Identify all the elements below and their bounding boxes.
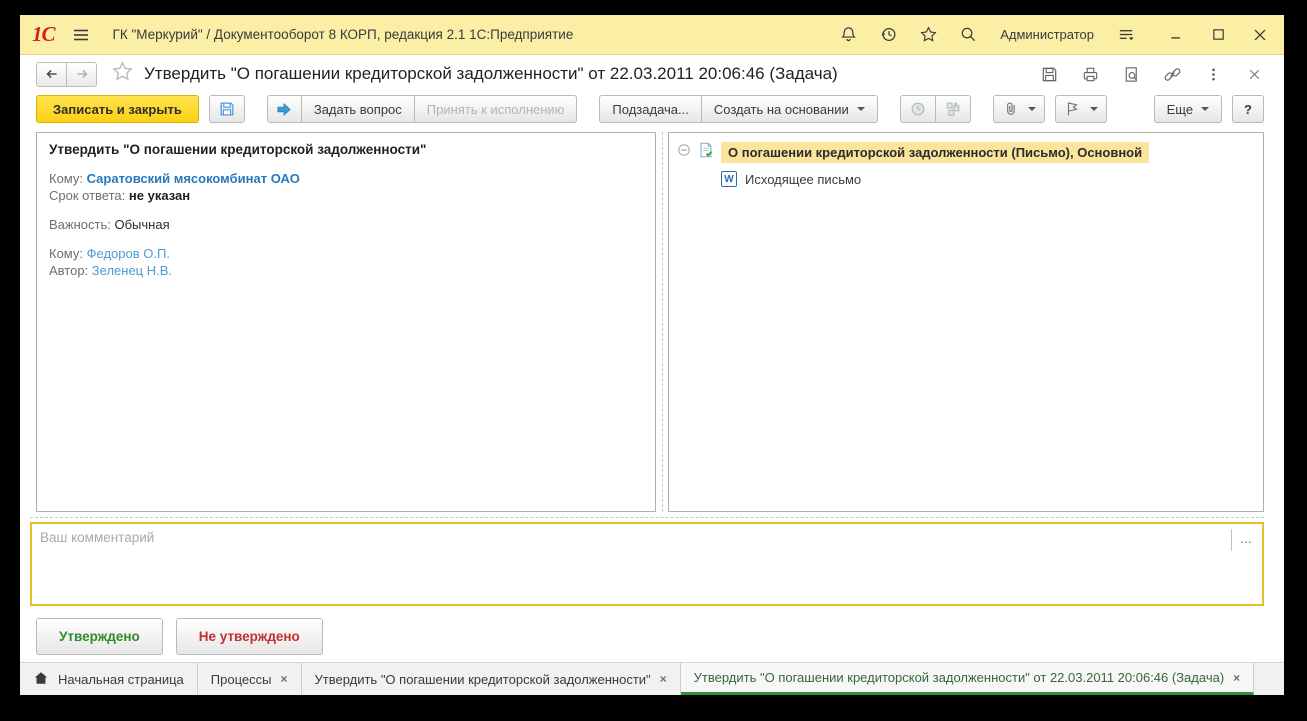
tab-label: Процессы: [210, 671, 272, 687]
assignee-label: Кому:: [49, 246, 83, 261]
comment-field-wrapper: ...: [30, 522, 1264, 606]
search-icon[interactable]: [958, 25, 978, 45]
create-based-on-button[interactable]: Создать на основании: [700, 95, 878, 123]
more-actions-label: Еще: [1166, 101, 1194, 117]
create-based-on-label: Создать на основании: [713, 101, 849, 117]
close-tab-icon[interactable]: ×: [1233, 671, 1240, 685]
chevron-down-icon: [1089, 107, 1098, 111]
current-user[interactable]: Администратор: [1000, 27, 1094, 42]
comment-input[interactable]: [32, 524, 1228, 604]
tab-processes[interactable]: Процессы ×: [198, 663, 302, 695]
not-approved-button[interactable]: Не утверждено: [175, 618, 323, 655]
ask-question-button[interactable]: Задать вопрос: [300, 95, 415, 123]
more-actions-button[interactable]: Еще: [1153, 95, 1223, 123]
minimize-button[interactable]: [1166, 25, 1186, 45]
favorites-star-icon[interactable]: [918, 25, 938, 45]
task-details-panel: Утвердить "О погашении кредиторской задо…: [36, 132, 656, 512]
notifications-bell-icon[interactable]: [838, 25, 858, 45]
correspondent-link[interactable]: Саратовский мясокомбинат ОАО: [87, 171, 300, 186]
process-scheme-button[interactable]: [934, 95, 971, 123]
forward-button[interactable]: [66, 61, 97, 87]
tree-root-item[interactable]: О погашении кредиторской задолженности (…: [721, 142, 1150, 163]
to-label: Кому:: [49, 171, 83, 186]
save-button[interactable]: [208, 95, 245, 123]
flag-button[interactable]: [1054, 95, 1107, 123]
tree-child-item[interactable]: W Исходящее письмо: [721, 171, 1255, 187]
chevron-down-icon: [856, 107, 865, 111]
page-title: Утвердить "О погашении кредиторской задо…: [144, 64, 838, 83]
close-tab-icon[interactable]: ×: [660, 672, 667, 686]
collapse-node-icon[interactable]: [677, 143, 691, 162]
save-icon[interactable]: [1039, 64, 1059, 84]
print-icon[interactable]: [1080, 64, 1100, 84]
chevron-down-icon: [1201, 107, 1210, 111]
document-approved-icon: [697, 141, 715, 164]
back-button[interactable]: [36, 61, 67, 87]
subtask-button[interactable]: Подзадача...: [599, 95, 702, 123]
close-window-button[interactable]: [1250, 25, 1270, 45]
close-tab-icon[interactable]: ×: [280, 672, 287, 686]
title-bar: 1С ГК "Меркурий" / Документооборот 8 КОР…: [20, 15, 1284, 55]
task-timing-button[interactable]: [899, 95, 936, 123]
help-button[interactable]: ?: [1232, 95, 1264, 123]
open-windows-tabbar: Начальная страница Процессы × Утвердить …: [20, 662, 1284, 695]
subject-tree-panel: О погашении кредиторской задолженности (…: [668, 132, 1264, 512]
maximize-button[interactable]: [1208, 25, 1228, 45]
print-preview-icon[interactable]: [1121, 64, 1141, 84]
decision-buttons: Утверждено Не утверждено: [36, 618, 1284, 655]
tree-root-row[interactable]: О погашении кредиторской задолженности (…: [677, 141, 1255, 164]
word-file-icon: W: [721, 171, 737, 187]
tab-home[interactable]: Начальная страница: [20, 663, 198, 695]
importance-value: Обычная: [114, 217, 170, 232]
tab-label: Утвердить "О погашении кредиторской задо…: [314, 671, 651, 687]
save-and-close-button[interactable]: Записать и закрыть: [36, 95, 199, 123]
assignee-link[interactable]: Федоров О.П.: [87, 246, 170, 261]
main-menu-icon[interactable]: [71, 25, 91, 45]
tab-label: Утвердить "О погашении кредиторской задо…: [693, 670, 1225, 685]
author-label: Автор:: [49, 263, 89, 278]
app-title: ГК "Меркурий" / Документооборот 8 КОРП, …: [112, 27, 574, 42]
content-panels: Утвердить "О погашении кредиторской задо…: [36, 132, 1264, 512]
app-window: 1С ГК "Меркурий" / Документооборот 8 КОР…: [20, 15, 1284, 695]
chevron-down-icon: [1027, 107, 1036, 111]
history-icon[interactable]: [878, 25, 898, 45]
desktop-background: 1С ГК "Меркурий" / Документооборот 8 КОР…: [0, 0, 1307, 721]
add-to-favorites-star-icon[interactable]: [111, 60, 134, 88]
home-icon: [33, 670, 49, 689]
deadline-label: Срок ответа:: [49, 188, 126, 203]
horizontal-splitter[interactable]: [30, 517, 1264, 518]
deadline-value: не указан: [128, 188, 191, 203]
author-link[interactable]: Зеленец Н.В.: [92, 263, 172, 278]
view-settings-icon[interactable]: [1116, 25, 1136, 45]
get-link-icon[interactable]: [1162, 64, 1182, 84]
approved-button[interactable]: Утверждено: [36, 618, 163, 655]
tab-label: Начальная страница: [58, 671, 184, 687]
vertical-splitter[interactable]: [656, 132, 668, 512]
importance-label: Важность:: [49, 217, 111, 232]
redirect-button[interactable]: [266, 95, 302, 123]
comment-expand-button[interactable]: ...: [1235, 527, 1257, 549]
tree-child-label: Исходящее письмо: [745, 171, 862, 187]
1c-logo-icon: 1С: [32, 22, 55, 46]
task-title: Утвердить "О погашении кредиторской задо…: [49, 142, 427, 157]
comment-divider: [1231, 529, 1232, 551]
form-toolbar: Записать и закрыть Задать вопрос Принять…: [20, 91, 1284, 127]
form-header: Утвердить "О погашении кредиторской задо…: [20, 55, 1284, 91]
tab-approve-task-active[interactable]: Утвердить "О погашении кредиторской задо…: [680, 663, 1255, 695]
more-commands-icon[interactable]: [1203, 64, 1223, 84]
tab-approve-document[interactable]: Утвердить "О погашении кредиторской задо…: [302, 663, 681, 695]
attachments-button[interactable]: [992, 95, 1045, 123]
close-form-icon[interactable]: [1244, 64, 1264, 84]
accept-execution-button[interactable]: Принять к исполнению: [413, 95, 578, 123]
